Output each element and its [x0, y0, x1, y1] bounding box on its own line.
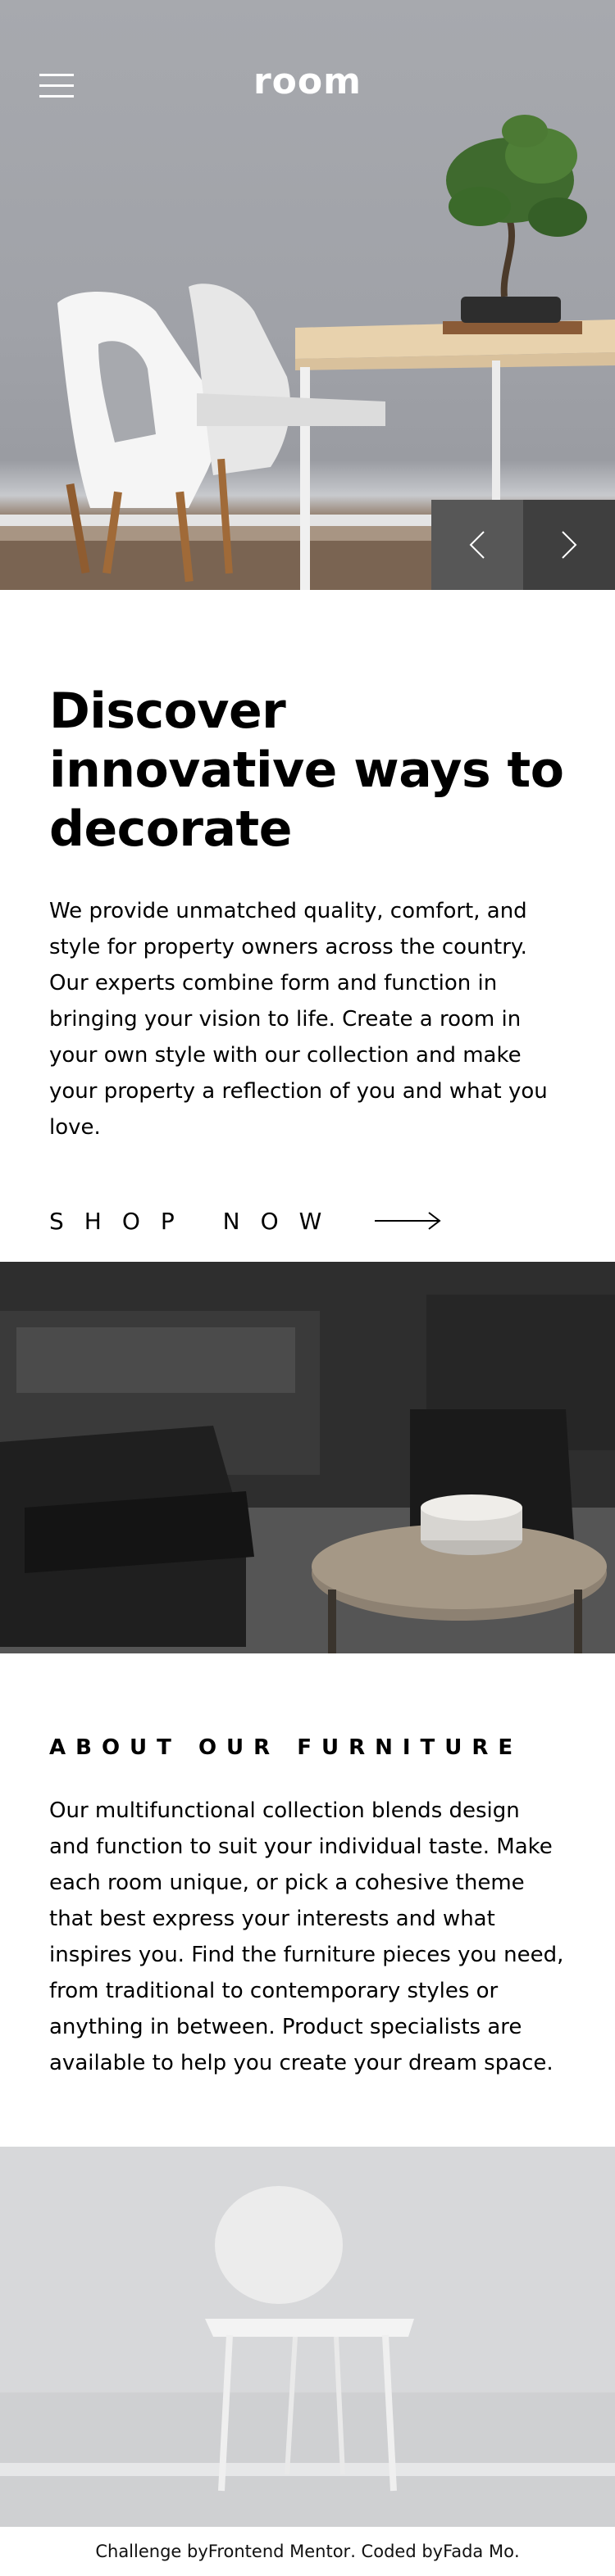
logo[interactable]: room [0, 61, 615, 102]
footer-suffix: . [513, 2542, 520, 2561]
chevron-right-icon [562, 531, 577, 559]
about-body: Our multifunctional collection blends de… [49, 1798, 564, 2075]
frontend-mentor-link[interactable]: Frontend Mentor [208, 2542, 350, 2561]
intro-title: Discover innovative ways to decorate [49, 683, 564, 858]
about-title: ABOUT OUR FURNITURE [49, 1735, 523, 1760]
dark-furniture-illustration [0, 1262, 615, 1653]
slider-controls [431, 500, 615, 590]
light-chair-image [0, 2147, 615, 2527]
chevron-left-icon [469, 531, 485, 559]
light-chair-illustration [0, 2147, 615, 2527]
shop-now-link[interactable]: SHOP NOW [49, 1204, 566, 1237]
shop-now-label: SHOP NOW [49, 1207, 343, 1235]
about-section: ABOUT OUR FURNITURE Our multifunctional … [49, 1735, 566, 2102]
footer-attribution: Challenge by Frontend Mentor . Coded by … [0, 2527, 615, 2576]
footer-middle: . Coded by [350, 2542, 444, 2561]
top-nav: room [0, 0, 615, 172]
hero-section: room [0, 0, 615, 590]
footer-prefix: Challenge by [95, 2542, 208, 2561]
previous-slide-button[interactable] [431, 500, 523, 590]
author-link[interactable]: Fada Mo [443, 2542, 514, 2561]
arrow-right-icon [375, 1212, 441, 1230]
next-slide-button[interactable] [523, 500, 615, 590]
intro-section: Discover innovative ways to decorate We … [0, 590, 615, 1237]
intro-body: We provide unmatched quality, comfort, a… [49, 899, 548, 1140]
dark-furniture-image [0, 1262, 615, 1653]
